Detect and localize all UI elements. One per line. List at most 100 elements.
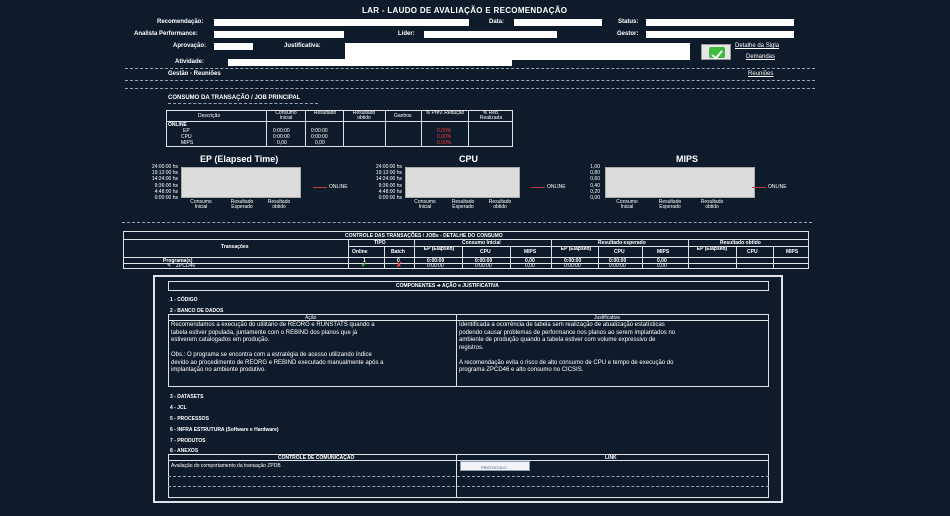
- y-tick-label: 0,40: [590, 182, 600, 189]
- cell-value: 0:00:00: [475, 263, 492, 269]
- col-divider: [385, 110, 386, 147]
- y-tick-label: 0:00:00 hs: [378, 195, 402, 201]
- ep-header: EP (Elapsed): [696, 247, 728, 252]
- batch-header: Batch: [391, 249, 405, 255]
- y-tick-label: 24:00:00 hs: [375, 164, 402, 170]
- status-field[interactable]: [646, 19, 794, 26]
- justificativa-text: Identificada a ocorrência de tabela sem …: [459, 322, 676, 373]
- chart-mips-xlabel: Resultado Esperado: [658, 199, 682, 210]
- comunicacao-row: Avaliação do comportamento da transação …: [171, 463, 281, 469]
- data-field[interactable]: [514, 19, 602, 26]
- chart-mips-plot: [605, 167, 755, 198]
- y-tick-label: 4:48:00 hs: [378, 188, 402, 195]
- componente-item: 1 - CÓDIGO: [170, 297, 198, 303]
- approve-button[interactable]: [701, 44, 731, 60]
- col-divider: [551, 239, 552, 269]
- y-tick-label: 0,60: [590, 176, 600, 183]
- mips-header: MIPS: [524, 249, 537, 255]
- batch-cross-icon: ✘: [396, 262, 402, 269]
- cell-value: 0,00: [525, 263, 535, 269]
- col-header: Resultado: [313, 110, 337, 116]
- chart-ep-legend-line: [313, 187, 327, 188]
- col-divider: [468, 110, 469, 147]
- col-divider: [456, 314, 457, 387]
- online-check-icon: ✔: [361, 262, 367, 269]
- consumo-section-title: CONSUMO DA TRANSAÇÃO / JOB PRINCIPAL: [168, 95, 301, 101]
- mips-header: MIPS: [657, 249, 670, 255]
- col-divider: [773, 246, 774, 269]
- chart-cpu-title: CPU: [459, 154, 479, 164]
- table-header-divider: [166, 121, 513, 122]
- lider-field[interactable]: [424, 31, 557, 38]
- justificativa-header: Justificativa: [594, 315, 620, 321]
- chart-cpu-xlabel: Resultado obtido: [488, 199, 512, 210]
- aprovacao-field[interactable]: [214, 43, 253, 50]
- row-divider: [168, 486, 769, 487]
- chart-mips-xlabel: Resultado obtido: [700, 199, 724, 210]
- reunioes-link[interactable]: Reuniões: [748, 71, 773, 77]
- cell-value: 0,00: [315, 140, 325, 146]
- atividade-field[interactable]: [228, 59, 512, 66]
- mips-header: MIPS: [786, 249, 799, 255]
- demandas-link[interactable]: Demandas: [746, 54, 775, 60]
- col-divider: [688, 239, 689, 269]
- cell-value: 0,00: [277, 140, 287, 146]
- divider: [168, 103, 318, 104]
- componente-item: 4 - JCL: [170, 405, 187, 411]
- chart-mips-title: MIPS: [676, 154, 699, 164]
- col-header: Resultado obtido: [352, 110, 376, 121]
- ep-header: EP (Elapsed): [423, 247, 455, 252]
- divider: [125, 88, 815, 89]
- y-tick-label: 0,80: [590, 170, 600, 177]
- componente-item: 5 - PROCESSOS: [170, 416, 209, 422]
- col-divider: [414, 239, 415, 269]
- col-divider: [598, 246, 599, 269]
- expand-icon[interactable]: ✎: [167, 263, 171, 269]
- data-label: Data:: [489, 19, 505, 25]
- link-thumbnail-label: PROTOCOLO: [481, 465, 507, 470]
- col-divider: [305, 110, 306, 147]
- col-divider: [421, 110, 422, 147]
- divider: [125, 80, 815, 81]
- y-tick-label: 4:48:00 hs: [154, 188, 178, 195]
- recomendacao-field[interactable]: [214, 19, 469, 26]
- y-tick-label: 0,00: [590, 195, 600, 201]
- col-divider: [462, 246, 463, 269]
- chart-ep-plot: [181, 167, 301, 198]
- cpu-header: CPU: [480, 249, 491, 255]
- y-tick-label: 14:24:00 hs: [375, 176, 402, 183]
- y-tick-label: 19:12:00 hs: [151, 170, 178, 177]
- analista-label: Analista Performance:: [134, 31, 198, 37]
- analista-field[interactable]: [214, 31, 344, 38]
- col-divider: [266, 110, 267, 147]
- recomendacao-label: Recomendação:: [157, 19, 204, 25]
- transaction-name[interactable]: ZPCD46: [176, 263, 195, 269]
- aprovacao-label: Aprovação:: [173, 43, 207, 49]
- y-tick-label: 19:12:00 hs: [375, 170, 402, 177]
- justificativa-field[interactable]: [345, 43, 690, 60]
- y-tick-label: 1,00: [590, 164, 600, 170]
- online-header: Online: [352, 249, 368, 255]
- componentes-title: COMPONENTES ➔ AÇÃO e JUSTIFICATIVA: [396, 283, 499, 289]
- row-divider: [168, 476, 769, 477]
- cell-value: 0:00:00: [609, 263, 626, 269]
- chart-mips-xlabel: Consumo Inicial: [616, 199, 638, 210]
- row-label: MIPS: [181, 140, 194, 146]
- tipo-header: TIPO: [374, 240, 386, 246]
- col-header: % Prev. Redução: [425, 110, 465, 116]
- link-header: LINK: [605, 455, 617, 461]
- y-tick-label: 0,20: [590, 188, 600, 195]
- chart-cpu-plot: [405, 167, 520, 198]
- divider: [122, 222, 812, 223]
- link-thumbnail[interactable]: PROTOCOLO: [460, 461, 530, 471]
- atividade-label: Atividade:: [175, 59, 205, 65]
- gestor-field[interactable]: [646, 31, 794, 38]
- acao-header: Ação: [305, 315, 317, 321]
- consumo-inicial-header: Consumo Inicial: [462, 240, 501, 246]
- detalhe-sigla-link[interactable]: Detalhe da Sigla: [735, 43, 779, 49]
- componente-item: 3 - DATASETS: [170, 394, 204, 400]
- chart-ep-xlabel: Resultado Esperado: [230, 199, 254, 210]
- col-divider: [384, 246, 385, 269]
- y-tick-label: 9:36:00 hs: [378, 182, 402, 189]
- col-header: % Red. Realizada: [479, 110, 503, 121]
